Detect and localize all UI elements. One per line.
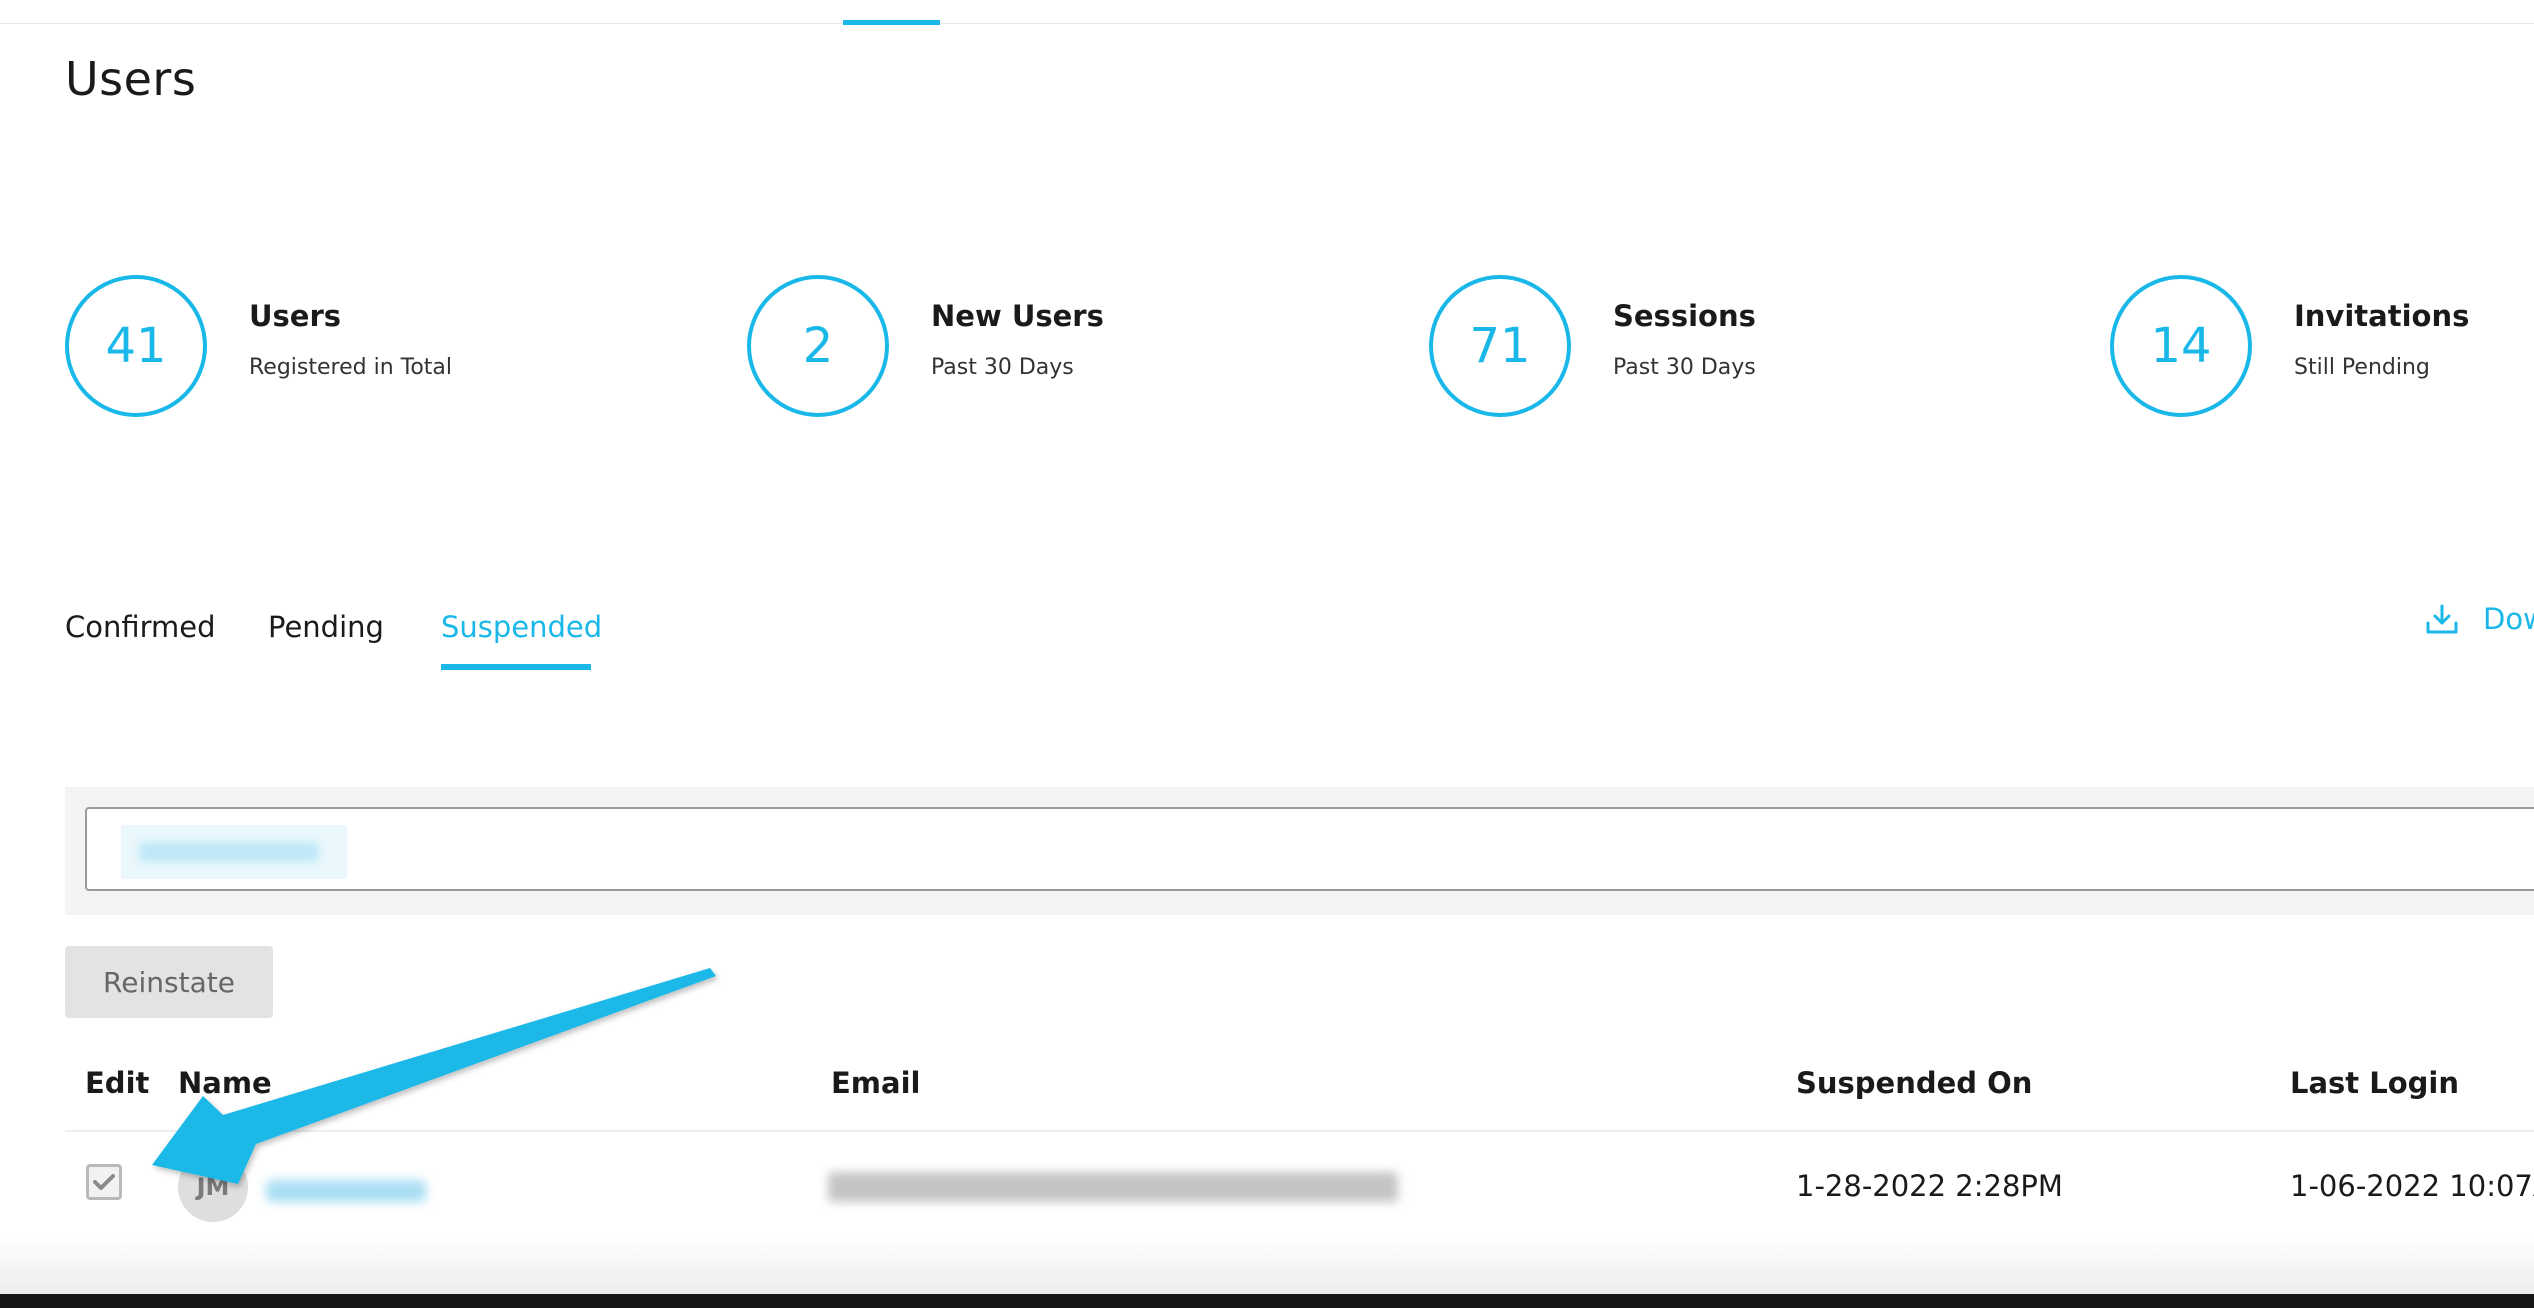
annotation-arrow	[152, 968, 716, 1184]
